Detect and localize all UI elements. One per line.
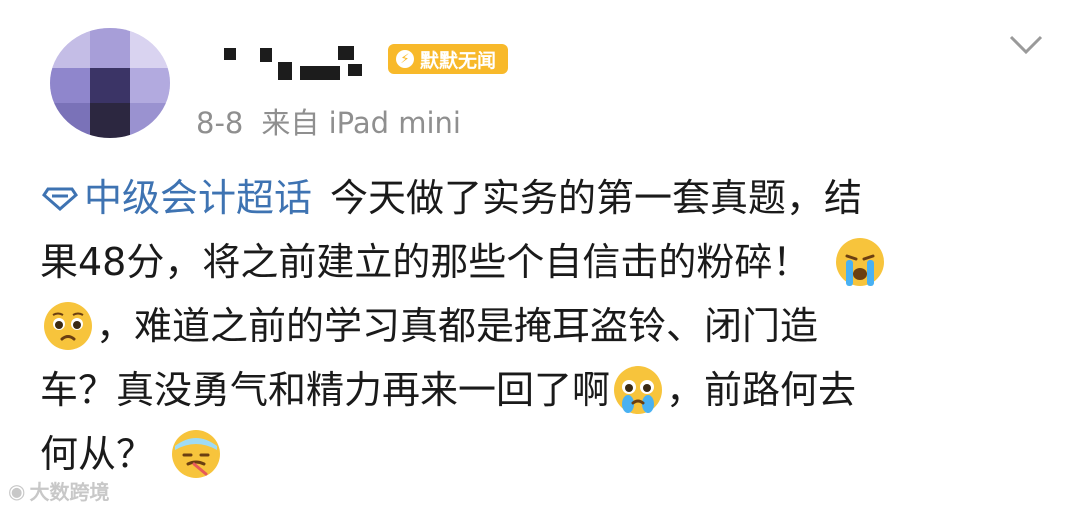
post-source: 来自 iPad mini <box>261 106 461 140</box>
content-text-4a: 车？真没勇气和精力再来一回了啊 <box>40 368 611 412</box>
content-text-2: 果48分，将之前建立的那些个自信击的粉碎！ <box>40 240 811 284</box>
crying-face-emoji <box>836 238 885 286</box>
teary-eyes-emoji <box>614 366 663 414</box>
content-line-5: 何从？ <box>40 422 1040 486</box>
weibo-logo-icon: ◉ <box>8 478 26 503</box>
content-line-1: 中级会计超话 今天做了实务的第一套真题，结 <box>40 166 1040 230</box>
content-line-4: 车？真没勇气和精力再来一回了啊 ，前路何去 <box>40 358 1040 422</box>
post-date: 8-8 <box>196 106 244 140</box>
content-line-2: 果48分，将之前建立的那些个自信击的粉碎！ <box>40 230 1040 294</box>
watermark: ◉ 大数跨境 <box>8 476 109 505</box>
content-text-4b: ，前路何去 <box>666 368 857 412</box>
user-badge-label: 默默无闻 <box>420 49 497 72</box>
badge-icon: ⚡ <box>396 50 414 68</box>
more-options-button[interactable] <box>1008 34 1044 56</box>
content-text-3: ，难道之前的学习真都是掩耳盗铃、闭门造 <box>96 304 819 348</box>
topic-link[interactable]: 中级会计超话 <box>40 166 312 230</box>
username-redacted[interactable] <box>220 42 380 82</box>
user-badge[interactable]: ⚡ 默默无闻 <box>388 44 509 74</box>
chevron-down-icon <box>1009 35 1043 55</box>
post-meta: 8-8 来自 iPad mini <box>196 100 461 142</box>
sick-face-emoji <box>172 430 221 478</box>
pleading-face-emoji <box>44 302 92 350</box>
content-text-1: 今天做了实务的第一套真题，结 <box>330 176 863 220</box>
avatar[interactable] <box>50 28 170 138</box>
diamond-icon <box>42 187 78 211</box>
topic-label: 中级会计超话 <box>84 176 313 220</box>
watermark-text: 大数跨境 <box>29 480 110 504</box>
post-content: 中级会计超话 今天做了实务的第一套真题，结 果48分，将之前建立的那些个自信击的… <box>40 166 1040 486</box>
content-line-3: ，难道之前的学习真都是掩耳盗铃、闭门造 <box>40 294 1040 358</box>
